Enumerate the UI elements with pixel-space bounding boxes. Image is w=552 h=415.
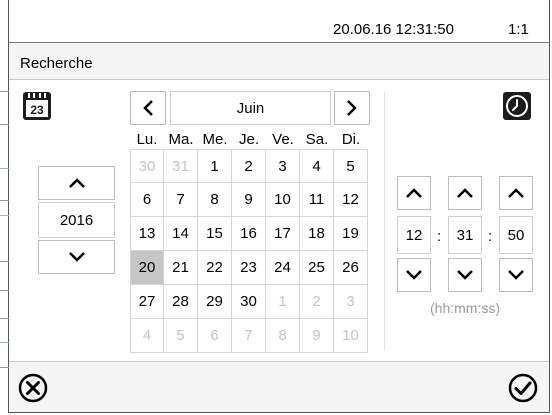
calendar-day-other-month[interactable]: 30 xyxy=(130,149,164,183)
cancel-circle-icon xyxy=(18,373,48,403)
chevron-up-icon xyxy=(68,178,85,188)
minutes-up-button[interactable] xyxy=(448,176,482,210)
confirm-button[interactable] xyxy=(508,373,538,403)
calendar-day[interactable]: 21 xyxy=(164,251,198,285)
chevron-down-icon xyxy=(457,270,473,280)
calendar-day-other-month[interactable]: 10 xyxy=(334,319,368,353)
calendar-day[interactable]: 25 xyxy=(300,251,334,285)
calendar-day-other-month[interactable]: 5 xyxy=(164,319,198,353)
seconds-up-button[interactable] xyxy=(499,176,533,210)
calendar-grid: 30 31 1 2 3 4 5 6 7 8 9 10 11 12 13 14 15 16 17 18 19 20 21 22 2… xyxy=(130,149,368,353)
weekday-header: Di. xyxy=(341,131,361,148)
seconds-down-button[interactable] xyxy=(499,258,533,292)
weekday-header: Sa. xyxy=(305,131,329,148)
chevron-left-icon xyxy=(143,100,153,116)
calendar-day-other-month[interactable]: 7 xyxy=(232,319,266,353)
chevron-up-icon xyxy=(457,188,473,198)
year-down-button[interactable] xyxy=(38,240,115,274)
clock-icon xyxy=(502,91,532,121)
calendar-day[interactable]: 27 xyxy=(130,285,164,319)
month-label: Juin xyxy=(170,91,331,125)
calendar-day[interactable]: 7 xyxy=(164,183,198,217)
calendar-day[interactable]: 9 xyxy=(232,183,266,217)
calendar-day[interactable]: 18 xyxy=(300,217,334,251)
calendar-icon: 23 xyxy=(22,91,52,121)
calendar-day[interactable]: 6 xyxy=(130,183,164,217)
calendar-day-other-month[interactable]: 8 xyxy=(266,319,300,353)
calendar-day[interactable]: 16 xyxy=(232,217,266,251)
calendar-day[interactable]: 3 xyxy=(266,149,300,183)
prev-month-button[interactable] xyxy=(130,91,166,125)
cancel-button[interactable] xyxy=(18,373,48,403)
calendar-day[interactable]: 12 xyxy=(334,183,368,217)
calendar-day-other-month[interactable]: 9 xyxy=(300,319,334,353)
year-up-button[interactable] xyxy=(38,166,115,200)
chevron-right-icon xyxy=(347,100,357,116)
calendar-day-other-month[interactable]: 2 xyxy=(300,285,334,319)
chevron-up-icon xyxy=(406,188,422,198)
calendar-day[interactable]: 23 xyxy=(232,251,266,285)
seconds-field[interactable]: 50 xyxy=(499,216,533,254)
chevron-up-icon xyxy=(508,188,524,198)
calendar-day[interactable]: 8 xyxy=(198,183,232,217)
calendar-day-other-month[interactable]: 3 xyxy=(334,285,368,319)
weekday-header: Je. xyxy=(238,131,259,148)
calendar-day[interactable]: 11 xyxy=(300,183,334,217)
year-field[interactable]: 2016 xyxy=(38,202,115,238)
chevron-down-icon xyxy=(68,252,85,262)
section-divider xyxy=(384,92,385,350)
hours-down-button[interactable] xyxy=(397,258,431,292)
calendar-day-other-month[interactable]: 6 xyxy=(198,319,232,353)
calendar-day[interactable]: 1 xyxy=(198,149,232,183)
time-separator: : xyxy=(437,228,442,245)
calendar-day[interactable]: 22 xyxy=(198,251,232,285)
calendar-day[interactable]: 24 xyxy=(266,251,300,285)
calendar-day[interactable]: 28 xyxy=(164,285,198,319)
checkmark-circle-icon xyxy=(508,373,538,403)
minutes-field[interactable]: 31 xyxy=(448,216,482,254)
calendar-day[interactable]: 14 xyxy=(164,217,198,251)
weekday-header: Ve. xyxy=(272,131,294,148)
calendar-day[interactable]: 26 xyxy=(334,251,368,285)
calendar-day[interactable]: 13 xyxy=(130,217,164,251)
time-separator: : xyxy=(488,228,493,245)
calendar-day[interactable]: 5 xyxy=(334,149,368,183)
calendar-day[interactable]: 15 xyxy=(198,217,232,251)
calendar-day[interactable]: 2 xyxy=(232,149,266,183)
chevron-down-icon xyxy=(406,270,422,280)
calendar-day-selected[interactable]: 20 xyxy=(130,251,164,285)
calendar-day[interactable]: 17 xyxy=(266,217,300,251)
calendar-day-other-month[interactable]: 31 xyxy=(164,149,198,183)
calendar-day-other-month[interactable]: 1 xyxy=(266,285,300,319)
calendar-day-other-month[interactable]: 4 xyxy=(130,319,164,353)
next-month-button[interactable] xyxy=(334,91,370,125)
hours-field[interactable]: 12 xyxy=(397,216,431,254)
weekday-header: Me. xyxy=(202,131,228,148)
calendar-day[interactable]: 30 xyxy=(232,285,266,319)
weekday-header: Lu. xyxy=(136,131,158,148)
hours-up-button[interactable] xyxy=(397,176,431,210)
calendar-day[interactable]: 4 xyxy=(300,149,334,183)
weekday-header: Ma. xyxy=(168,131,194,148)
calendar-day[interactable]: 19 xyxy=(334,217,368,251)
calendar-day[interactable]: 29 xyxy=(198,285,232,319)
time-format-hint: (hh:mm:ss) xyxy=(430,300,500,316)
chevron-down-icon xyxy=(508,270,524,280)
calendar-icon-number: 23 xyxy=(30,103,44,117)
minutes-down-button[interactable] xyxy=(448,258,482,292)
calendar-day[interactable]: 10 xyxy=(266,183,300,217)
